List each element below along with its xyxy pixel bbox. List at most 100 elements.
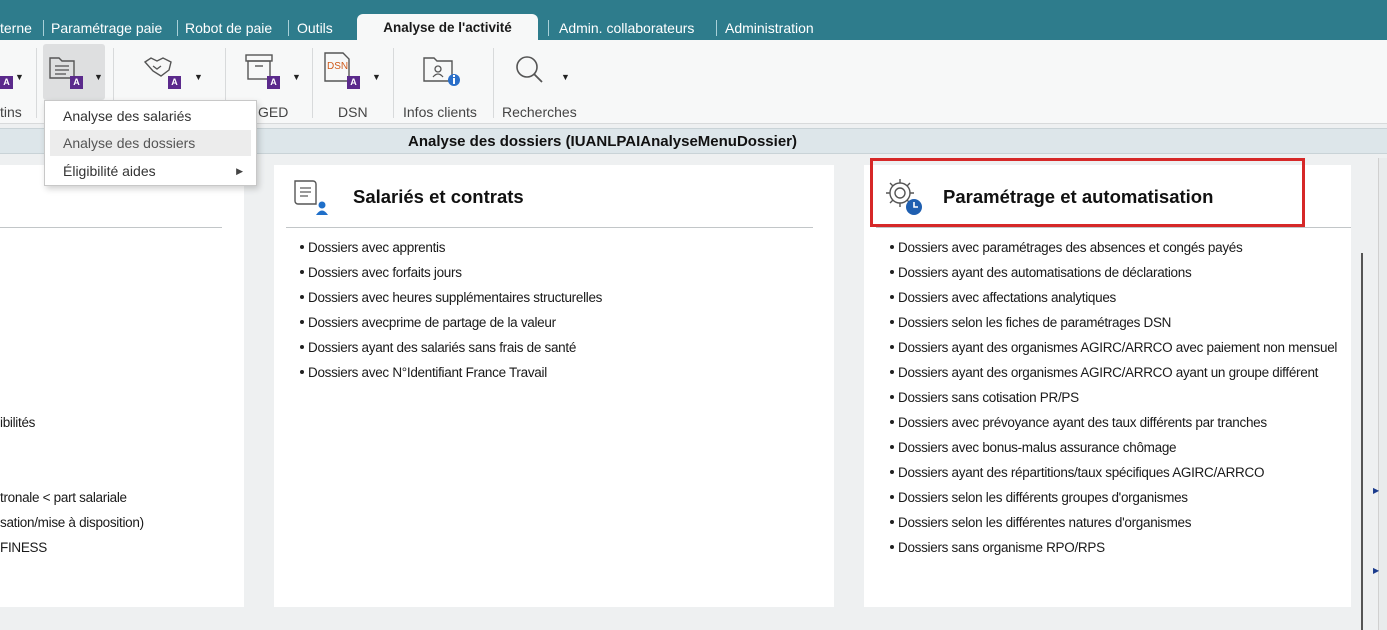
submenu-arrow-icon: ▶ xyxy=(236,166,243,176)
dsn-label: DSN xyxy=(338,104,368,120)
bullet-icon xyxy=(300,320,304,325)
dsn-icon-text: DSN xyxy=(327,61,348,72)
panel-divider xyxy=(286,227,813,228)
client-folder-info-icon xyxy=(423,57,460,86)
panel-divider xyxy=(0,227,222,228)
tab-parametrage-paie[interactable]: Paramétrage paie xyxy=(51,18,162,38)
left-list-item[interactable]: sation/mise à disposition) xyxy=(0,515,144,530)
list-item[interactable]: Dossiers ayant des salariés sans frais d… xyxy=(300,340,576,355)
list-item-label: Dossiers avec N°Identifiant France Trava… xyxy=(308,365,547,380)
list-item-label: Dossiers ayant des salariés sans frais d… xyxy=(308,340,577,355)
list-item[interactable]: Dossiers avec bonus-malus assurance chôm… xyxy=(890,440,1177,455)
list-item[interactable]: Dossiers ayant des répartitions/taux spé… xyxy=(890,465,1264,480)
left-panel: ibilités tronale < part salariale sation… xyxy=(0,165,244,607)
infos-clients-label: Infos clients xyxy=(403,104,477,120)
list-item-label: Dossiers sans cotisation PR/PS xyxy=(898,390,1079,405)
bullet-icon xyxy=(300,245,304,250)
list-item-label: Dossiers ayant des organismes AGIRC/ARRC… xyxy=(898,365,1319,380)
top-tab-bar: terne Paramétrage paie Robot de paie Out… xyxy=(0,0,1387,40)
list-item[interactable]: Dossiers avec apprentis xyxy=(300,240,445,255)
list-item-label: Dossiers ayant des organismes AGIRC/ARRC… xyxy=(898,340,1338,355)
ribbon-separator xyxy=(36,48,37,118)
menu-item-eligibilite-aides[interactable]: Éligibilité aides ▶ xyxy=(50,158,251,184)
list-item-label: Dossiers sans organisme RPO/RPS xyxy=(898,540,1105,555)
list-item[interactable]: Dossiers ayant des organismes AGIRC/ARRC… xyxy=(890,365,1318,380)
tab-analyse-activite[interactable]: Analyse de l'activité xyxy=(357,14,538,40)
left-list-item[interactable]: tronale < part salariale xyxy=(0,490,127,505)
bullet-icon xyxy=(890,270,894,275)
badge-a-icon: A xyxy=(70,76,83,89)
ribbon-separator xyxy=(393,48,394,118)
list-item-label: Dossiers avec paramétrages des absences … xyxy=(898,240,1243,255)
list-item[interactable]: Dossiers selon les différentes natures d… xyxy=(890,515,1191,530)
bullet-icon xyxy=(300,345,304,350)
bulletins-button[interactable]: A ▼ xyxy=(0,44,28,100)
list-item[interactable]: Dossiers avec N°Identifiant France Trava… xyxy=(300,365,547,380)
tab-robot-de-paie[interactable]: Robot de paie xyxy=(185,18,272,38)
list-item[interactable]: Dossiers avecprime de partage de la vale… xyxy=(300,315,556,330)
expand-arrow-icon[interactable]: ▶ xyxy=(1373,486,1379,495)
bulletins-label: tins xyxy=(0,104,22,120)
tab-separator xyxy=(288,20,289,36)
infos-clients-button[interactable] xyxy=(418,44,468,100)
list-item-label: Dossiers avec forfaits jours xyxy=(308,265,462,280)
bullet-icon xyxy=(890,545,894,550)
menu-item-label: Analyse des salariés xyxy=(63,108,192,124)
list-item[interactable]: Dossiers avec paramétrages des absences … xyxy=(890,240,1243,255)
dsn-button[interactable]: DSN A ▼ xyxy=(320,44,382,100)
tab-administration[interactable]: Administration xyxy=(725,18,814,38)
list-item[interactable]: Dossiers avec prévoyance ayant des taux … xyxy=(890,415,1267,430)
tab-separator xyxy=(43,20,44,36)
badge-a-icon: A xyxy=(168,76,181,89)
chevron-down-icon: ▼ xyxy=(194,72,203,82)
list-item-label: Dossiers avec apprentis xyxy=(308,240,446,255)
list-item[interactable]: Dossiers sans organisme RPO/RPS xyxy=(890,540,1105,555)
bullet-icon xyxy=(890,345,894,350)
analyse-dropdown-menu: Analyse des salariés Analyse des dossier… xyxy=(44,100,257,186)
salaries-contrats-panel: Salariés et contrats Dossiers avec appre… xyxy=(274,165,834,607)
vertical-scrollbar[interactable] xyxy=(1361,253,1363,630)
panel-divider xyxy=(876,227,1351,228)
list-item[interactable]: Dossiers selon les différents groupes d'… xyxy=(890,490,1188,505)
menu-item-analyse-dossiers[interactable]: Analyse des dossiers xyxy=(50,130,251,156)
chevron-down-icon: ▼ xyxy=(372,72,381,82)
list-item[interactable]: Dossiers avec forfaits jours xyxy=(300,265,462,280)
tab-interne[interactable]: terne xyxy=(0,18,32,38)
bullet-icon xyxy=(890,370,894,375)
panel-title: Salariés et contrats xyxy=(353,186,524,207)
list-item-label: Dossiers avecprime de partage de la vale… xyxy=(308,315,556,330)
badge-a-icon: A xyxy=(267,76,280,89)
list-item[interactable]: Dossiers ayant des organismes AGIRC/ARRC… xyxy=(890,340,1337,355)
list-item[interactable]: Dossiers ayant des automatisations de dé… xyxy=(890,265,1192,280)
bullet-icon xyxy=(300,370,304,375)
bullet-icon xyxy=(890,295,894,300)
expand-arrow-icon[interactable]: ▶ xyxy=(1373,566,1379,575)
list-item[interactable]: Dossiers avec affectations analytiques xyxy=(890,290,1116,305)
bullet-icon xyxy=(890,395,894,400)
list-item-label: Dossiers avec prévoyance ayant des taux … xyxy=(898,415,1267,430)
list-item-label: Dossiers avec affectations analytiques xyxy=(898,290,1116,305)
list-item-label: Dossiers avec heures supplémentaires str… xyxy=(308,290,603,305)
bullet-icon xyxy=(890,320,894,325)
analyse-dropdown-button[interactable]: A ▼ xyxy=(43,44,105,100)
tab-admin-collaborateurs[interactable]: Admin. collaborateurs xyxy=(559,18,694,38)
chevron-down-icon: ▼ xyxy=(15,72,24,82)
bullet-icon xyxy=(300,270,304,275)
list-item[interactable]: Dossiers selon les fiches de paramétrage… xyxy=(890,315,1171,330)
ribbon-separator xyxy=(493,48,494,118)
menu-item-analyse-salaries[interactable]: Analyse des salariés xyxy=(50,103,251,129)
left-list-item[interactable]: ibilités xyxy=(0,415,35,430)
recherches-label: Recherches xyxy=(502,104,577,120)
bullet-icon xyxy=(890,495,894,500)
bullet-icon xyxy=(890,520,894,525)
tab-separator xyxy=(716,20,717,36)
ged-button[interactable]: A ▼ xyxy=(240,44,302,100)
tab-outils[interactable]: Outils xyxy=(297,18,333,38)
recherches-button[interactable]: ▼ xyxy=(510,44,572,100)
list-item[interactable]: Dossiers avec heures supplémentaires str… xyxy=(300,290,602,305)
partenaires-button[interactable]: A ▼ xyxy=(140,44,206,100)
list-item-label: Dossiers avec bonus-malus assurance chôm… xyxy=(898,440,1177,455)
list-item[interactable]: Dossiers sans cotisation PR/PS xyxy=(890,390,1079,405)
chevron-down-icon: ▼ xyxy=(292,72,301,82)
left-list-item[interactable]: FINESS xyxy=(0,540,47,555)
